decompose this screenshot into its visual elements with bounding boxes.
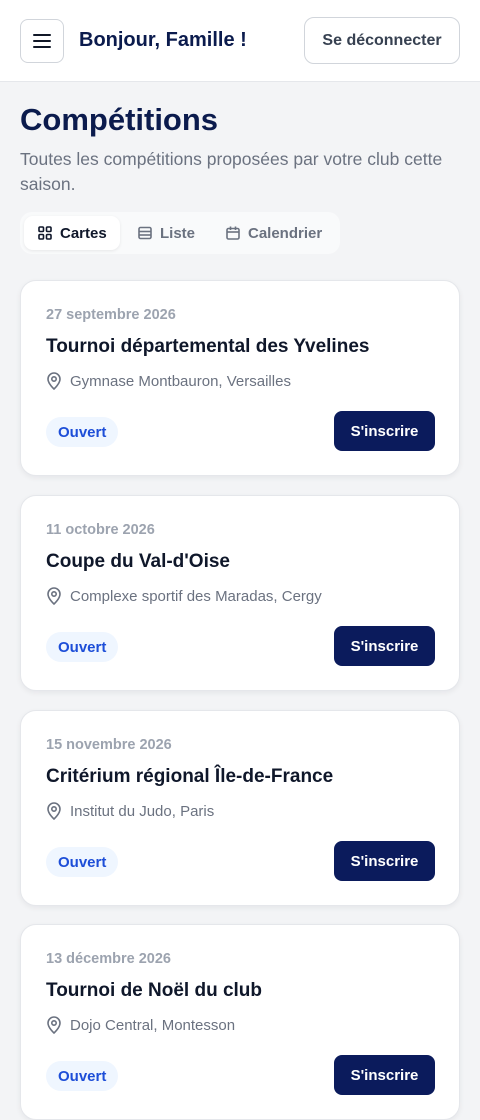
competition-card: 11 octobre 2026 Coupe du Val-d'Oise Comp… (20, 495, 460, 691)
competition-location: Dojo Central, Montesson (46, 1016, 235, 1034)
competition-date: 15 novembre 2026 (46, 737, 172, 753)
competition-title: Critérium régional Île-de-France (46, 766, 334, 787)
hamburger-icon (33, 34, 51, 48)
register-button[interactable]: S'inscrire (334, 411, 435, 451)
status-badge: Ouvert (46, 1061, 119, 1091)
competition-location: Complexe sportif des Maradas, Cergy (46, 587, 322, 605)
competition-location: Institut du Judo, Paris (46, 802, 214, 820)
menu-button[interactable] (20, 19, 64, 63)
register-button[interactable]: S'inscrire (334, 1055, 435, 1095)
competition-location-text: Dojo Central, Montesson (70, 1016, 236, 1034)
map-pin-icon (47, 1016, 61, 1034)
register-button[interactable]: S'inscrire (334, 841, 435, 881)
page-subtitle: Toutes les compétitions proposées par vo… (20, 149, 443, 194)
competition-title: Tournoi de Noël du club (46, 980, 263, 1001)
tab-list[interactable]: Liste (124, 216, 208, 250)
map-pin-icon (47, 802, 61, 820)
tab-cards-label: Cartes (60, 224, 107, 242)
view-switcher: Cartes Liste Calendrier (20, 212, 340, 254)
status-badge: Ouvert (46, 847, 119, 877)
competition-location-text: Institut du Judo, Paris (70, 802, 215, 820)
greeting-text: Bonjour, Famille ! (79, 29, 247, 51)
page-title: Compétitions (20, 102, 219, 137)
competition-card: 13 décembre 2026 Tournoi de Noël du club… (20, 924, 460, 1120)
register-button[interactable]: S'inscrire (334, 626, 435, 666)
map-pin-icon (47, 587, 61, 605)
competition-date: 11 octobre 2026 (46, 522, 155, 538)
map-pin-icon (47, 372, 61, 390)
competition-card: 27 septembre 2026 Tournoi départemental … (20, 280, 460, 476)
tab-cards[interactable]: Cartes (24, 216, 120, 250)
competition-date: 27 septembre 2026 (46, 307, 176, 323)
grid-icon (38, 226, 52, 240)
competition-title: Tournoi départemental des Yvelines (46, 336, 370, 357)
tab-calendar[interactable]: Calendrier (212, 216, 336, 250)
status-badge: Ouvert (46, 417, 119, 447)
logout-button[interactable]: Se déconnecter (304, 17, 460, 64)
competition-card: 15 novembre 2026 Critérium régional Île-… (20, 710, 460, 906)
competition-date: 13 décembre 2026 (46, 951, 171, 967)
competition-location-text: Complexe sportif des Maradas, Cergy (70, 587, 322, 605)
tab-list-label: Liste (160, 224, 196, 242)
calendar-icon (226, 226, 240, 240)
tab-calendar-label: Calendrier (248, 224, 323, 242)
competition-location: Gymnase Montbauron, Versailles (46, 372, 291, 390)
status-badge: Ouvert (46, 632, 119, 662)
competition-title: Coupe du Val-d'Oise (46, 551, 230, 572)
app-header: Bonjour, Famille ! Se déconnecter (0, 0, 480, 82)
competition-location-text: Gymnase Montbauron, Versailles (70, 372, 291, 390)
list-icon (138, 226, 152, 240)
